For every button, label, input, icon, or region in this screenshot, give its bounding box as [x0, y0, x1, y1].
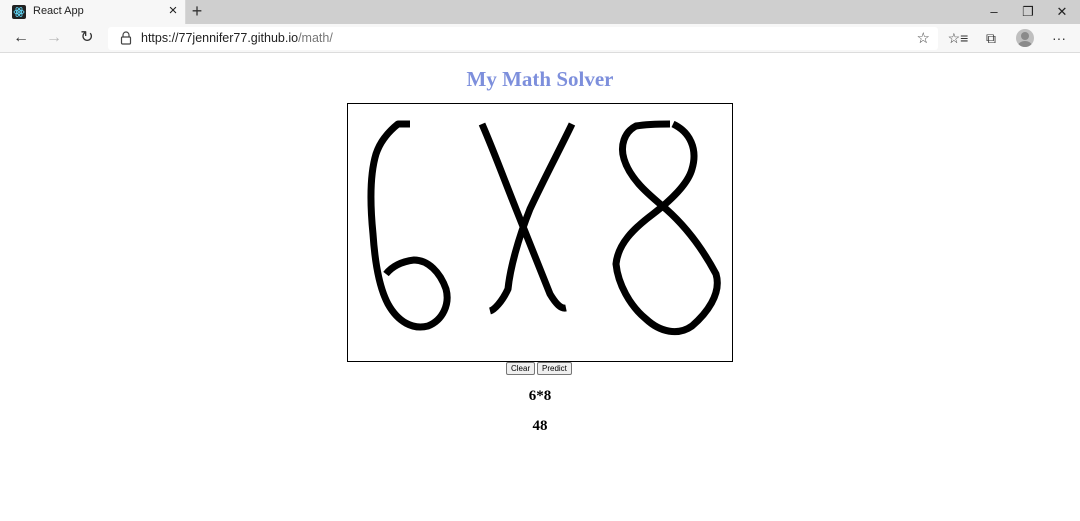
new-tab-icon[interactable]: +	[190, 1, 204, 21]
navigation-bar: ← → ↻ https://77jennifer77.github.io/mat…	[0, 24, 1080, 53]
page-content: My Math Solver Clear Predict 6*8 48	[0, 54, 1080, 521]
restore-icon[interactable]: ❐	[1011, 0, 1045, 24]
favorites-list-icon[interactable]: ☆≡	[946, 27, 970, 49]
browser-tab[interactable]: React App ×	[0, 0, 186, 24]
tab-title: React App	[33, 5, 84, 17]
clear-button[interactable]: Clear	[506, 362, 536, 375]
computed-result: 48	[532, 418, 548, 434]
close-tab-icon[interactable]: ×	[166, 2, 180, 20]
more-menu-icon[interactable]: ···	[1047, 27, 1071, 49]
lock-icon	[120, 31, 132, 45]
page-title: My Math Solver	[466, 67, 614, 91]
url-host: https://77jennifer77.github.io	[141, 31, 299, 45]
url-path: /math/	[298, 31, 333, 45]
collections-icon[interactable]: ⧉	[979, 27, 1003, 49]
tab-bar: React App × + – ❐ ✕	[0, 0, 1080, 24]
address-bar[interactable]: https://77jennifer77.github.io/math/ ☆	[108, 27, 938, 50]
react-icon	[12, 5, 26, 19]
handwritten-x-stroke-2	[488, 122, 576, 315]
profile-avatar-icon[interactable]	[1016, 29, 1034, 47]
window-close-icon[interactable]: ✕	[1045, 0, 1079, 24]
predict-button[interactable]: Predict	[537, 362, 572, 375]
url-text: https://77jennifer77.github.io/math/	[141, 31, 333, 45]
forward-icon[interactable]: →	[42, 27, 66, 49]
favorite-star-icon[interactable]: ☆	[917, 29, 930, 47]
handwritten-eight	[612, 120, 721, 336]
back-icon[interactable]: ←	[9, 27, 33, 49]
predicted-expression: 6*8	[528, 388, 552, 404]
minimize-icon[interactable]: –	[977, 0, 1011, 24]
reload-icon[interactable]: ↻	[75, 27, 99, 49]
handwritten-six	[367, 120, 451, 331]
drawing-canvas[interactable]	[347, 103, 733, 362]
handwriting-strokes	[367, 120, 721, 336]
